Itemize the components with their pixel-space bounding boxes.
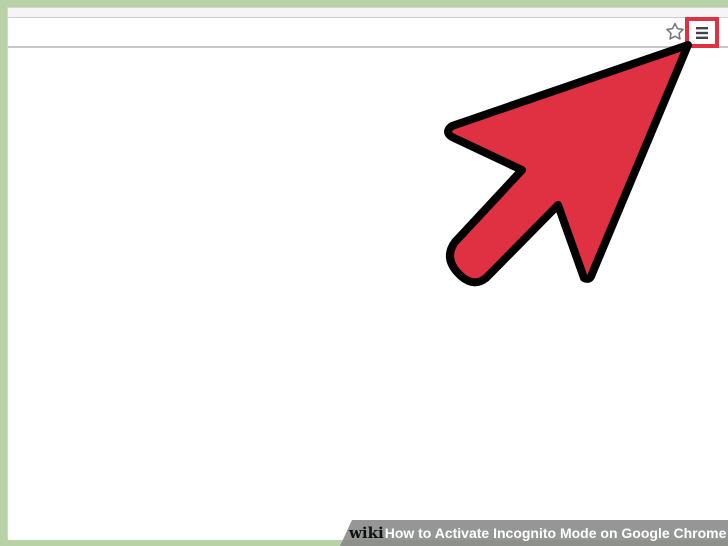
- chrome-menu-button[interactable]: [685, 17, 719, 48]
- tutorial-image: wikiHow to Activate Incognito Mode on Go…: [0, 0, 728, 546]
- star-icon[interactable]: [664, 21, 686, 43]
- browser-toolbar: [8, 17, 728, 48]
- browser-top-strip: [8, 8, 728, 18]
- browser-window: [7, 7, 728, 540]
- caption: wikiHow to Activate Incognito Mode on Go…: [349, 525, 726, 541]
- browser-content-area: [8, 48, 728, 540]
- caption-brand: wiki: [349, 524, 384, 542]
- menu-icon: [696, 27, 708, 39]
- caption-title: How to Activate Incognito Mode on Google…: [384, 525, 727, 541]
